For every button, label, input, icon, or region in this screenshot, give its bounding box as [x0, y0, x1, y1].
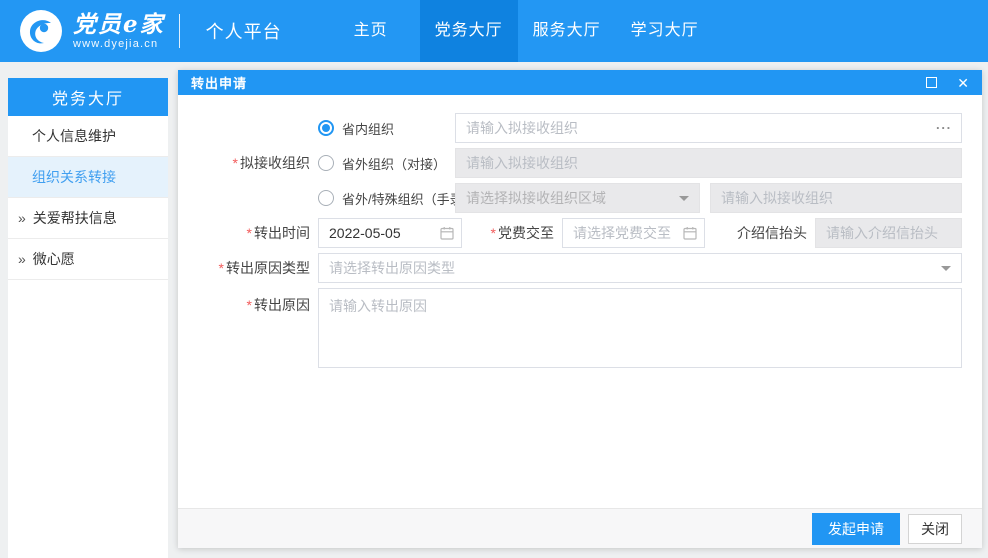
receiving-org-input[interactable] [455, 113, 962, 143]
required-mark: * [219, 260, 224, 276]
sidebar-item-personal-info[interactable]: 个人信息维护 [8, 116, 168, 157]
sidebar: 党务大厅 个人信息维护 组织关系转接 » 关爱帮扶信息 » 微心愿 [8, 78, 168, 558]
caret-down-icon [679, 196, 689, 206]
header-divider [179, 14, 180, 48]
nav-item-party-affairs[interactable]: 党务大厅 [420, 0, 518, 62]
platform-title: 个人平台 [206, 18, 282, 44]
row-receiving-org-1: 省内组织 ··· [198, 113, 962, 143]
main-nav: 主页 党务大厅 服务大厅 学习大厅 [322, 0, 714, 62]
radio-label: 省内组织 [342, 119, 394, 138]
sidebar-item-label: 个人信息维护 [32, 126, 116, 146]
dues-input-wrap [562, 218, 705, 248]
sidebar-item-label: 组织关系转接 [32, 167, 116, 187]
brand-name: 党员e家 [73, 13, 165, 37]
reason-type-select[interactable]: 请选择转出原因类型 [318, 253, 962, 283]
letter-title-wrap [815, 218, 962, 248]
dialog-titlebar: 转出申请 ✕ [178, 70, 982, 95]
submit-button[interactable]: 发起申请 [812, 513, 900, 545]
required-mark: * [233, 155, 238, 171]
transfer-date-wrap [318, 218, 462, 248]
brand-block: 党员e家 www.dyejia.cn [73, 13, 165, 50]
receiving-region-select: 请选择拟接收组织区域 [455, 183, 700, 213]
brand-url: www.dyejia.cn [73, 38, 165, 50]
required-mark: * [491, 225, 496, 241]
transfer-date-label: *转出时间 [198, 223, 318, 243]
radio-unchecked-icon [318, 190, 334, 206]
nav-item-home[interactable]: 主页 [322, 0, 420, 62]
receiving-org-input-wrap: ··· [455, 113, 962, 143]
radio-province-external-link[interactable]: 省外组织（对接） [318, 154, 455, 173]
transfer-out-dialog: 转出申请 ✕ 省内组织 ··· *拟接收组织 省外组织（对接） [178, 70, 982, 548]
sidebar-item-label: 微心愿 [33, 249, 75, 269]
sidebar-item-org-transfer[interactable]: 组织关系转接 [8, 157, 168, 198]
nav-item-learning-hall[interactable]: 学习大厅 [616, 0, 714, 62]
sidebar-item-label: 关爱帮扶信息 [33, 208, 117, 228]
sidebar-item-care-support[interactable]: » 关爱帮扶信息 [8, 198, 168, 239]
row-dates: *转出时间 *党费交至 介绍信抬头 [198, 218, 962, 248]
close-icon[interactable]: ✕ [957, 76, 969, 90]
required-mark: * [247, 297, 252, 313]
row-receiving-org-3: 省外/特殊组织（手录） 请选择拟接收组织区域 [198, 183, 962, 213]
letter-title-input [815, 218, 962, 248]
close-button[interactable]: 关闭 [908, 514, 962, 544]
dialog-body: 省内组织 ··· *拟接收组织 省外组织（对接） [178, 95, 982, 373]
calendar-icon[interactable] [683, 226, 697, 240]
sidebar-item-micro-wish[interactable]: » 微心愿 [8, 239, 168, 280]
receiving-org-manual-input [710, 183, 962, 213]
receiving-org-label: *拟接收组织 [198, 153, 318, 173]
row-reason: *转出原因 [198, 288, 962, 368]
logo[interactable]: 党员e家 www.dyejia.cn [18, 8, 165, 54]
dues-label: *党费交至 [462, 223, 562, 243]
ellipsis-picker-icon[interactable]: ··· [936, 121, 952, 136]
calendar-icon[interactable] [440, 226, 454, 240]
required-mark: * [247, 225, 252, 241]
radio-label: 省外组织（对接） [342, 154, 446, 173]
reason-type-label: *转出原因类型 [198, 258, 318, 278]
logo-icon [18, 8, 64, 54]
radio-province-internal[interactable]: 省内组织 [318, 119, 455, 138]
sidebar-title: 党务大厅 [8, 78, 168, 116]
caret-down-icon [941, 266, 951, 276]
chevron-right-icon: » [18, 210, 26, 226]
letter-title-label: 介绍信抬头 [705, 223, 815, 243]
radio-checked-icon [318, 120, 334, 136]
row-reason-type: *转出原因类型 请选择转出原因类型 [198, 253, 962, 283]
maximize-icon[interactable] [926, 77, 937, 88]
radio-special-manual[interactable]: 省外/特殊组织（手录） [318, 189, 455, 208]
row-receiving-org-2: *拟接收组织 省外组织（对接） [198, 148, 962, 178]
chevron-right-icon: » [18, 251, 26, 267]
dialog-footer: 发起申请 关闭 [178, 508, 982, 548]
top-header: 党员e家 www.dyejia.cn 个人平台 主页 党务大厅 服务大厅 学习大… [0, 0, 988, 62]
radio-unchecked-icon [318, 155, 334, 171]
reason-label: *转出原因 [198, 288, 318, 315]
reason-textarea[interactable] [318, 288, 962, 368]
nav-item-service-hall[interactable]: 服务大厅 [518, 0, 616, 62]
dialog-title: 转出申请 [191, 73, 926, 92]
receiving-org-input-disabled [455, 148, 962, 178]
